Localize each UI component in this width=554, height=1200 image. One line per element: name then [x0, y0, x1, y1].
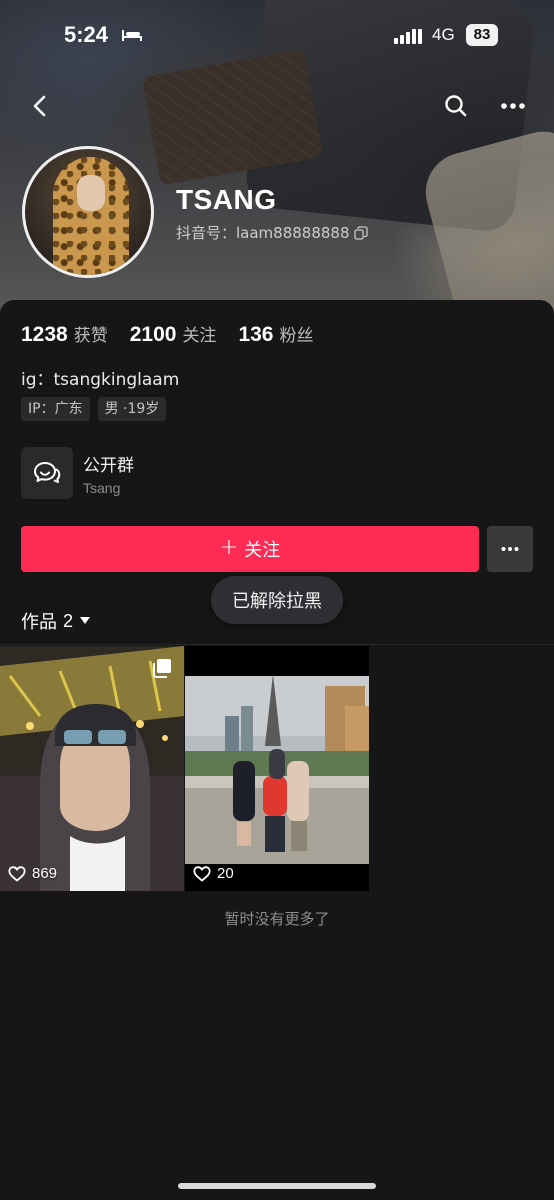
- douyin-id: 抖音号：laam88888888: [176, 222, 368, 243]
- stat-likes[interactable]: 1238 获赞: [21, 321, 108, 347]
- more-horizontal-icon: [501, 547, 519, 551]
- video-likes: 869: [8, 865, 57, 882]
- chevron-left-icon: [33, 95, 46, 117]
- toast-message: 已解除拉黑: [211, 576, 343, 624]
- more-horizontal-icon: [501, 103, 525, 109]
- profile-name: TSANG: [176, 184, 277, 215]
- works-count: 2: [63, 610, 74, 631]
- network-type: 4G: [432, 25, 455, 44]
- home-indicator[interactable]: [178, 1183, 376, 1189]
- heart-icon: [8, 865, 26, 882]
- stat-followers-label: 粉丝: [279, 326, 314, 346]
- status-bar: 5:24 4G 83: [0, 22, 554, 54]
- ip-location-tag: IP：广东: [21, 397, 90, 421]
- search-button[interactable]: [438, 88, 474, 124]
- profile-bio: ig：tsangkinglaam: [21, 370, 180, 390]
- video-likes: 20: [193, 865, 234, 882]
- battery-level: 83: [466, 24, 498, 46]
- thumbnail-image: [185, 646, 369, 891]
- public-group-entry[interactable]: 公开群 Tsang: [21, 447, 421, 501]
- caret-down-icon: [80, 617, 91, 624]
- profile-stats: 1238 获赞 2100 关注 136 粉丝: [21, 321, 313, 347]
- thumbnail-image: [0, 646, 184, 891]
- more-options-button[interactable]: [495, 88, 531, 124]
- tab-divider: [0, 644, 554, 645]
- stat-likes-value: 1238: [21, 323, 68, 346]
- avatar-face-shape: [77, 175, 105, 211]
- profile-tags: IP：广东 男 ·19岁: [21, 397, 167, 421]
- sleep-mode-icon: [122, 30, 142, 41]
- works-label: 作品: [21, 612, 57, 633]
- group-chat-icon: [21, 447, 73, 499]
- video-likes-count: 20: [217, 865, 234, 882]
- stat-following[interactable]: 2100 关注: [130, 321, 217, 347]
- stat-likes-label: 获赞: [73, 326, 108, 346]
- video-thumbnail[interactable]: 20: [185, 646, 369, 891]
- copy-icon[interactable]: [353, 225, 368, 240]
- group-title: 公开群: [83, 456, 134, 476]
- stat-followers[interactable]: 136 粉丝: [238, 321, 313, 347]
- profile-options-button[interactable]: [487, 526, 533, 572]
- heart-icon: [193, 865, 211, 882]
- multi-image-icon: [153, 659, 171, 678]
- no-more-content-text: 暂时没有更多了: [224, 910, 330, 928]
- follow-button-label: 关注: [244, 540, 281, 561]
- stat-following-value: 2100: [129, 323, 177, 346]
- video-thumbnail[interactable]: 869: [0, 646, 184, 891]
- avatar[interactable]: [22, 146, 154, 278]
- tab-works[interactable]: 作品 2: [21, 608, 91, 634]
- douyin-id-text: 抖音号：laam88888888: [176, 224, 350, 242]
- signal-strength-icon: [394, 29, 422, 44]
- stat-followers-value: 136: [238, 323, 274, 346]
- video-likes-count: 869: [32, 865, 58, 882]
- stat-following-label: 关注: [182, 326, 217, 346]
- follow-button[interactable]: + 关注: [21, 526, 479, 572]
- group-subtitle: Tsang: [83, 480, 121, 496]
- status-time: 5:24: [64, 22, 109, 47]
- back-button[interactable]: [22, 88, 58, 124]
- search-icon: [445, 95, 467, 117]
- gender-age-tag: 男 ·19岁: [97, 397, 167, 421]
- plus-icon: +: [219, 535, 239, 560]
